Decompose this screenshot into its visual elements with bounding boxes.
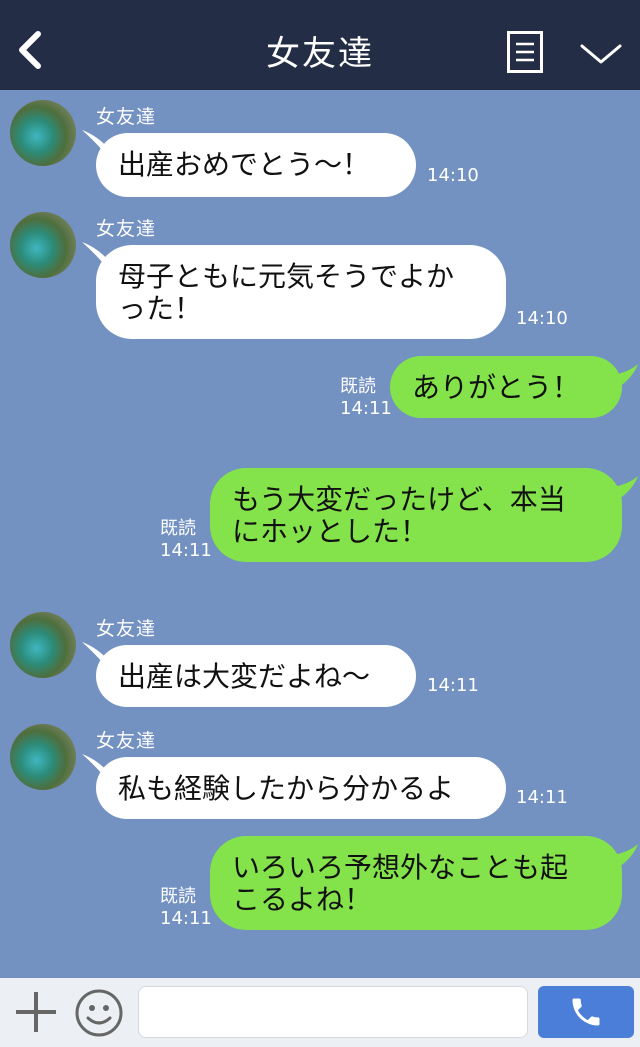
message-line: こるよね！ xyxy=(232,883,373,916)
message-bubble[interactable]: 出産おめでとう〜！ xyxy=(96,133,416,197)
message-bubble[interactable]: いろいろ予想外なことも起 こるよね！ xyxy=(210,836,622,930)
message-line: 母子ともに元気そうでよか xyxy=(118,260,455,293)
message-line: 出産は大変だよね〜 xyxy=(118,660,371,693)
message-line: 出産おめでとう〜！ xyxy=(118,148,371,181)
avatar[interactable] xyxy=(10,100,76,166)
bubble-tail xyxy=(606,364,638,390)
message-bubble[interactable]: ありがとう！ xyxy=(390,356,622,418)
message-input[interactable] xyxy=(138,986,528,1038)
read-receipt: 既読 14:11 xyxy=(160,886,212,930)
message-bubble[interactable]: 母子ともに元気そうでよか った！ xyxy=(96,245,506,339)
message-bubble[interactable]: もう大変だったけど、本当 にホッとした！ xyxy=(210,468,622,562)
call-button[interactable] xyxy=(538,986,634,1038)
input-bar xyxy=(0,978,640,1047)
message-line: った！ xyxy=(118,292,203,325)
list-icon[interactable] xyxy=(507,31,543,73)
message-bubble[interactable]: 私も経験したから分かるよ xyxy=(96,757,506,819)
message-line: いろいろ予想外なことも起 xyxy=(232,851,569,884)
message-line: 私も経験したから分かるよ xyxy=(118,772,455,805)
message-time: 14:11 xyxy=(340,398,392,419)
message-bubble[interactable]: 出産は大変だよね〜 xyxy=(96,645,416,707)
chevron-down-icon[interactable] xyxy=(578,38,624,68)
phone-icon xyxy=(572,998,600,1026)
sender-name: 女友達 xyxy=(96,218,157,240)
message-time: 14:10 xyxy=(516,308,568,329)
sender-name: 女友達 xyxy=(96,618,157,640)
read-receipt: 既読 14:11 xyxy=(340,376,392,420)
read-receipt: 既読 14:11 xyxy=(160,518,212,562)
plus-icon[interactable] xyxy=(14,988,58,1036)
message-line: ありがとう！ xyxy=(412,371,581,404)
smiley-icon[interactable] xyxy=(74,988,124,1038)
message-time: 14:10 xyxy=(427,165,479,186)
chat-title: 女友達 xyxy=(266,34,374,74)
avatar[interactable] xyxy=(10,724,76,790)
message-time: 14:11 xyxy=(160,540,212,561)
sender-name: 女友達 xyxy=(96,730,157,752)
avatar[interactable] xyxy=(10,212,76,278)
message-time: 14:11 xyxy=(427,675,479,696)
message-time: 14:11 xyxy=(516,787,568,808)
sender-name: 女友達 xyxy=(96,106,157,128)
bubble-tail xyxy=(606,844,638,870)
avatar[interactable] xyxy=(10,612,76,678)
bubble-tail xyxy=(606,476,638,502)
read-label: 既読 xyxy=(340,376,376,397)
message-line: もう大変だったけど、本当 xyxy=(232,483,566,516)
chat-header: 女友達 xyxy=(0,0,640,90)
message-line: にホッとした！ xyxy=(232,515,429,548)
read-label: 既読 xyxy=(160,886,196,907)
read-label: 既読 xyxy=(160,518,196,539)
message-time: 14:11 xyxy=(160,908,212,929)
